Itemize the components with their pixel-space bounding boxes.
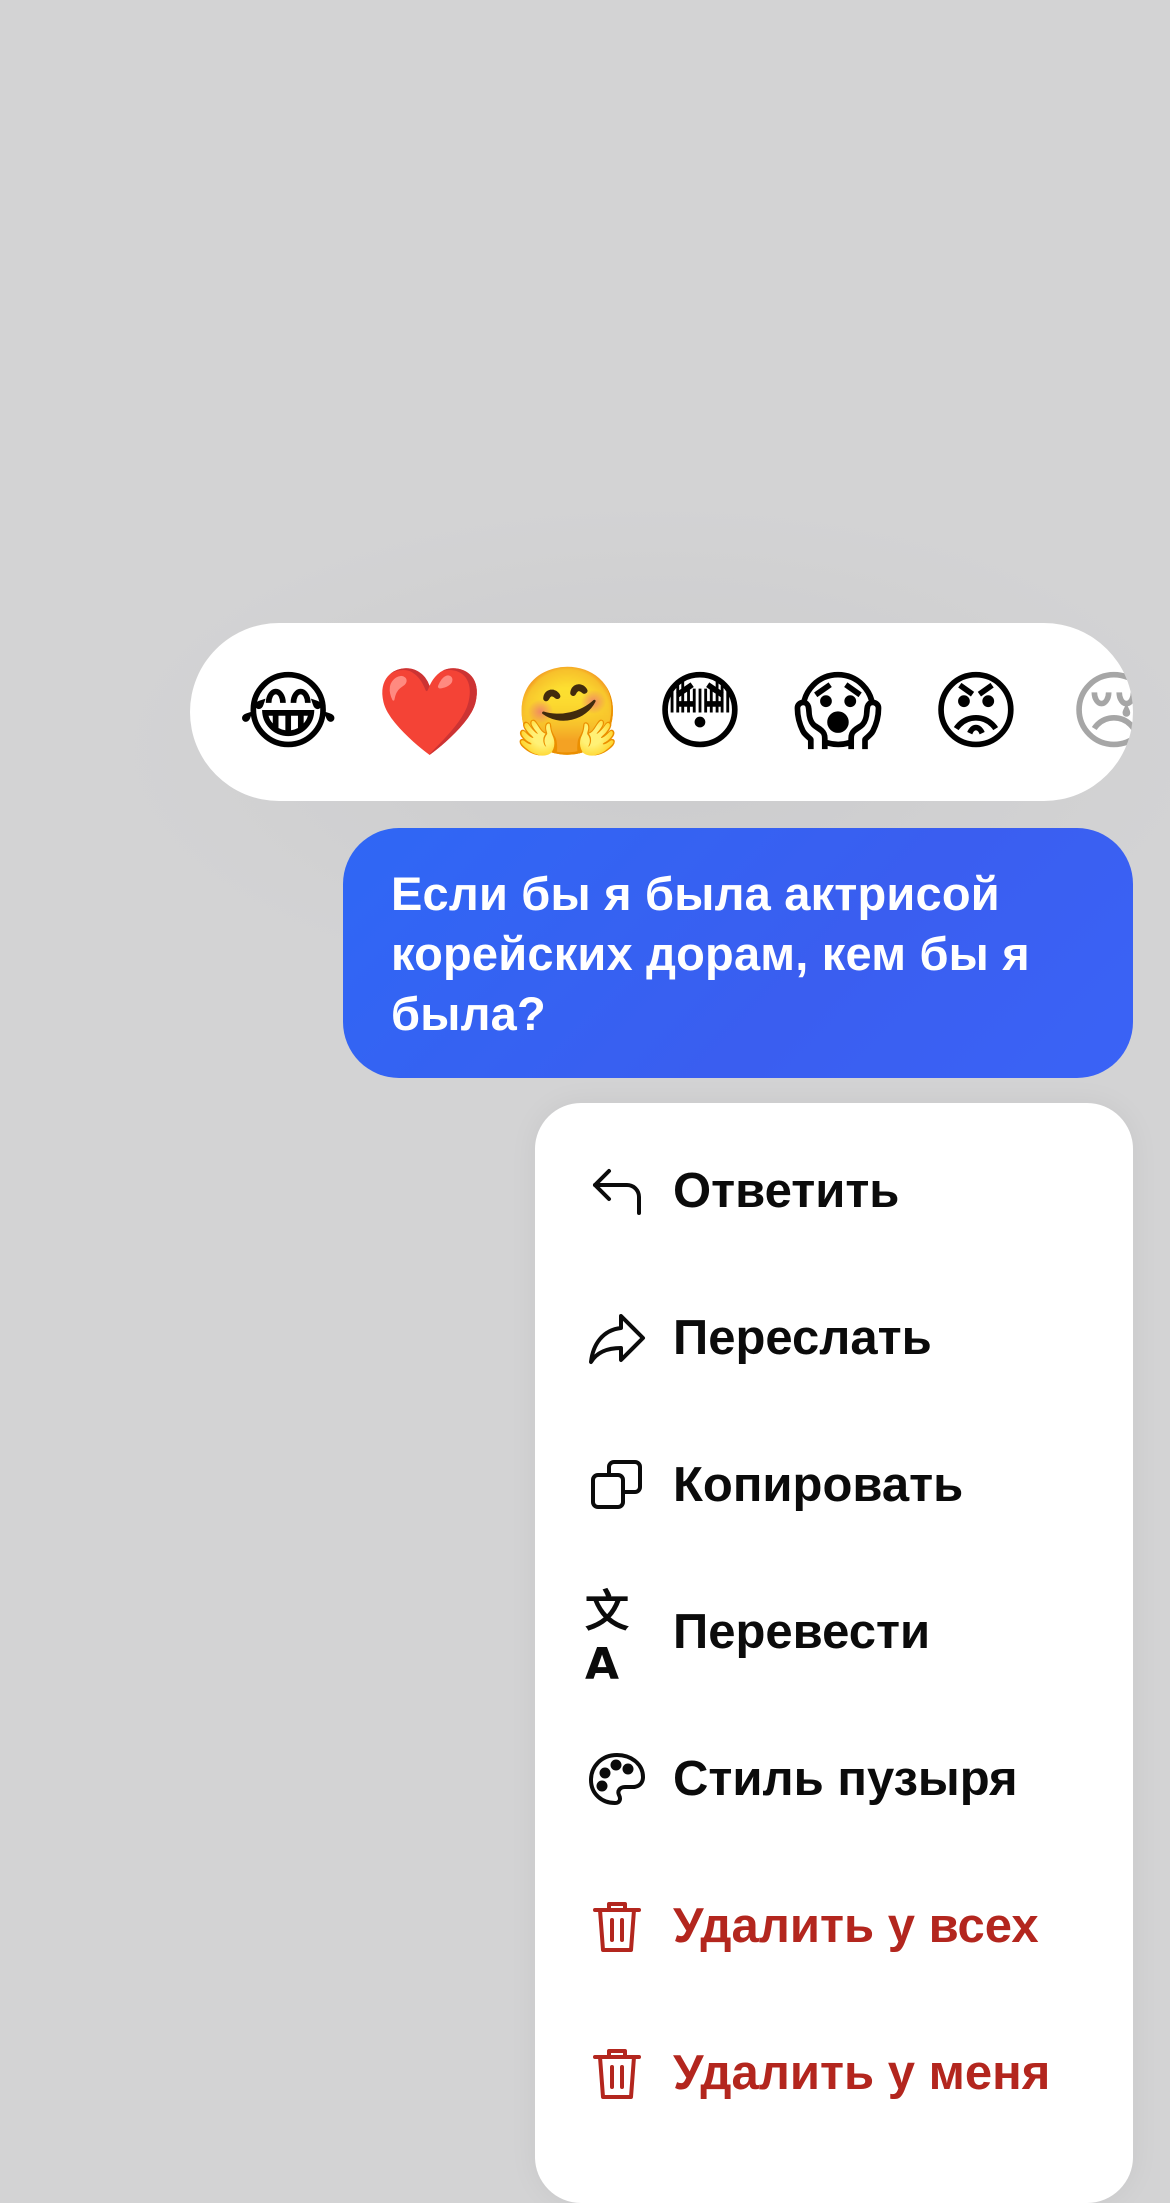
menu-item-delete-for-all[interactable]: Удалить у всех [535,1871,1133,1981]
menu-item-label: Ответить [673,1164,900,1218]
reaction-crying-face-emoji[interactable]: 😢 [1066,664,1133,760]
menu-item-label: Удалить у всех [673,1899,1039,1953]
reaction-red-heart-emoji[interactable]: ❤️ [376,664,483,760]
reply-icon [585,1159,649,1223]
menu-item-translate[interactable]: 文A Перевести [535,1577,1133,1690]
translate-icon: 文A [585,1585,629,1690]
menu-item-forward[interactable]: Переслать [535,1283,1133,1393]
trash-icon [585,2041,649,2105]
menu-item-bubble-style[interactable]: Стиль пузыря [535,1724,1133,1834]
menu-item-label: Перевести [673,1605,931,1659]
forward-icon [585,1306,649,1370]
reaction-screaming-face-emoji[interactable]: 😱 [790,664,886,760]
menu-item-label: Переслать [673,1311,932,1365]
menu-item-reply[interactable]: Ответить [535,1136,1133,1246]
context-menu: Ответить Переслать Копировать 文A Перевес… [535,1103,1133,2203]
menu-item-label: Стиль пузыря [673,1752,1018,1806]
menu-item-delete-for-me[interactable]: Удалить у меня [535,2018,1133,2128]
menu-item-copy[interactable]: Копировать [535,1430,1133,1540]
menu-item-label: Копировать [673,1458,964,1512]
menu-item-label: Удалить у меня [673,2046,1051,2100]
reaction-picker: 😂 ❤️ 🤗 😳 😱 😡 😢 [190,623,1133,801]
palette-icon [585,1747,649,1811]
reaction-tears-of-joy-emoji[interactable]: 😂 [238,664,339,760]
copy-icon [585,1453,649,1517]
trash-icon [585,1894,649,1958]
reaction-flushed-face-emoji[interactable]: 😳 [652,664,748,760]
message-bubble[interactable]: Если бы я была актрисой корейских дорам,… [343,828,1133,1078]
message-text: Если бы я была актрисой корейских дорам,… [391,867,1030,1040]
reaction-hugging-face-emoji[interactable]: 🤗 [514,664,621,760]
reaction-angry-face-emoji[interactable]: 😡 [928,664,1024,760]
